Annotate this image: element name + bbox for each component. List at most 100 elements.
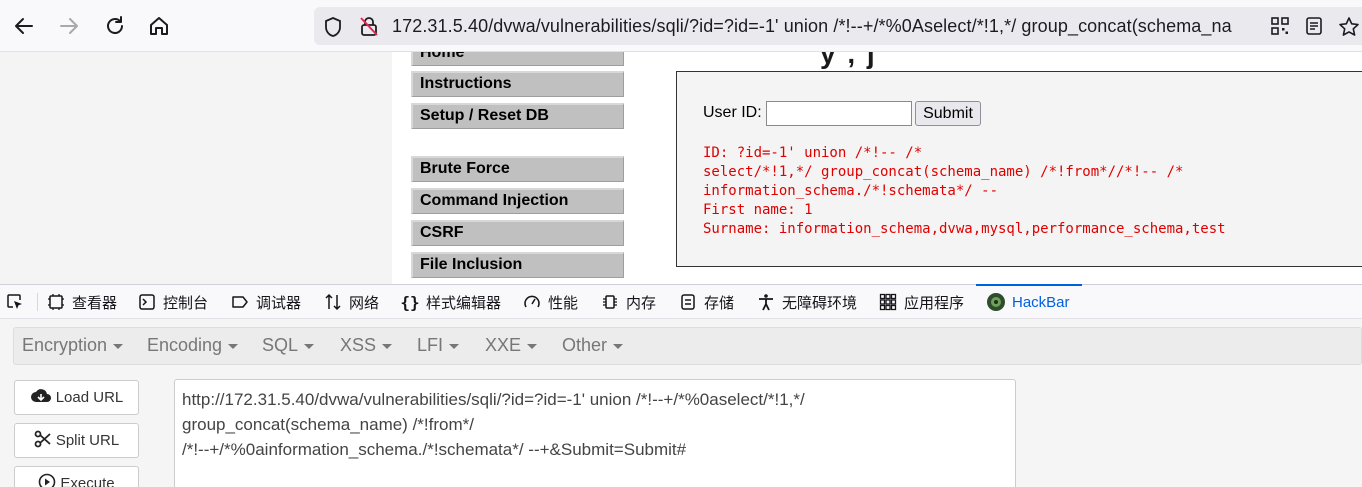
reload-icon [107,16,123,34]
back-button[interactable] [6,8,42,44]
tab-label: 无障碍环境 [782,294,858,312]
reader-view-icon[interactable] [1304,16,1324,41]
menu-xss[interactable]: XSS [340,335,393,356]
menu-csrf[interactable]: CSRF [411,220,624,246]
menu-sql[interactable]: SQL [262,335,315,356]
play-circle-icon [38,473,56,487]
tab-memory[interactable]: 内存 [600,285,656,319]
tab-network[interactable]: 网络 [323,285,379,319]
result-line: First name: 1 [703,202,813,218]
forward-button[interactable] [51,8,87,44]
style-editor-icon: {} [400,292,420,312]
result-line: select/*!1,*/ group_concat(schema_name) … [703,164,1184,180]
menu-encoding[interactable]: Encoding [147,335,239,356]
reload-button[interactable] [97,8,133,44]
tab-label: 应用程序 [904,294,965,312]
tab-label: HackBar [1012,293,1070,311]
url-line: /*!--+/*%0ainformation_schema./*!schemat… [182,440,687,459]
console-icon [137,292,157,312]
menu-label: LFI [417,335,444,355]
application-icon [878,292,898,312]
tab-separator [37,293,38,311]
url-bar[interactable]: 172.31.5.40/dvwa/vulnerabilities/sqli/?i… [314,7,1362,45]
browser-toolbar: 172.31.5.40/dvwa/vulnerabilities/sqli/?i… [0,0,1362,52]
debugger-icon [230,292,250,312]
inspector-icon [46,292,66,312]
insecure-lock-icon[interactable] [358,15,380,42]
tab-style-editor[interactable]: {} 样式编辑器 [400,285,501,319]
user-id-input[interactable] [766,101,912,126]
performance-icon [522,292,542,312]
tab-debugger[interactable]: 调试器 [230,285,301,319]
caret-down-icon [382,343,393,349]
menu-brute-force[interactable]: Brute Force [411,156,624,182]
tab-inspector[interactable]: 查看器 [46,285,117,319]
caret-down-icon [304,343,315,349]
caret-down-icon [449,343,460,349]
tab-hackbar[interactable]: HackBar [976,284,1081,319]
network-icon [323,292,343,312]
result-line: information_schema./*!schemata*/ -- [703,183,999,199]
element-picker-button[interactable] [5,285,25,319]
home-button[interactable] [141,8,177,44]
tab-application[interactable]: 应用程序 [878,285,964,319]
load-url-label: Load URL [55,389,124,406]
execute-button[interactable]: Execute [14,466,139,487]
element-picker-icon [5,292,25,312]
menu-file-inclusion[interactable]: File Inclusion [411,252,624,278]
home-icon [150,17,168,35]
vulnerable-code-area: User ID: Submit ID: ?id=-1' union /*!-- … [676,71,1362,267]
memory-icon [600,292,620,312]
menu-instructions[interactable]: Instructions [411,71,624,97]
hackbar-url-textarea[interactable]: http://172.31.5.40/dvwa/vulnerabilities/… [174,379,1016,487]
accessibility-icon [756,292,776,312]
menu-other[interactable]: Other [562,335,624,356]
hackbar-panel: Encryption Encoding SQL XSS LFI XXE Othe… [0,319,1362,487]
tab-label: 调试器 [256,294,302,312]
back-arrow-icon [15,18,33,34]
tab-console[interactable]: 控制台 [137,285,208,319]
menu-label: XSS [340,335,377,355]
tab-label: 样式编辑器 [426,294,502,312]
qr-code-icon[interactable] [1270,16,1290,41]
menu-label: Other [562,335,608,355]
scissors-icon [34,430,52,452]
query-result: ID: ?id=-1' union /*!-- /* select/*!1,*/ … [703,144,1226,239]
menu-setup-reset-db[interactable]: Setup / Reset DB [411,103,624,129]
url-line: http://172.31.5.40/dvwa/vulnerabilities/… [182,390,805,409]
tab-label: 存储 [704,294,735,312]
tab-accessibility[interactable]: 无障碍环境 [756,285,857,319]
url-path: /dvwa/vulnerabilities/sqli/?id=?id=-1' u… [488,16,1232,36]
bookmark-star-icon[interactable] [1338,16,1360,43]
menu-label: XXE [485,335,522,355]
dvwa-page: y , j Home Instructions Setup / Reset DB… [0,52,1362,284]
storage-icon [678,292,698,312]
hackbar-menu-bar: Encryption Encoding SQL XSS LFI XXE Othe… [13,327,1362,365]
menu-lfi[interactable]: LFI [417,335,460,356]
load-url-button[interactable]: Load URL [14,380,139,415]
split-url-label: Split URL [55,432,120,449]
devtools-tab-bar: 查看器 控制台 调试器 网络 {} 样式编辑器 性能 内存 存储 无障碍环境 应… [0,284,1362,319]
result-line: ID: ?id=-1' union /*!-- /* [703,145,923,161]
menu-label: Encoding [147,335,223,355]
menu-label: SQL [262,335,299,355]
url-text[interactable]: 172.31.5.40/dvwa/vulnerabilities/sqli/?i… [392,16,1282,37]
page-left-margin [0,52,392,284]
tab-performance[interactable]: 性能 [522,285,578,319]
menu-home[interactable]: Home [411,52,624,66]
menu-encryption[interactable]: Encryption [22,335,124,356]
cloud-download-icon [30,387,52,409]
menu-label: Encryption [22,335,108,355]
tab-storage[interactable]: 存储 [678,285,734,319]
menu-command-injection[interactable]: Command Injection [411,188,624,214]
forward-arrow-icon [60,18,78,34]
tracking-protection-shield-icon[interactable] [322,16,344,43]
caret-down-icon [527,343,538,349]
split-url-button[interactable]: Split URL [14,423,139,458]
hackbar-icon [986,292,1006,312]
menu-xxe[interactable]: XXE [485,335,538,356]
page-title: y , j [820,52,877,69]
tab-label: 内存 [626,294,657,312]
user-id-label: User ID: [703,104,762,121]
submit-button[interactable]: Submit [915,101,981,126]
